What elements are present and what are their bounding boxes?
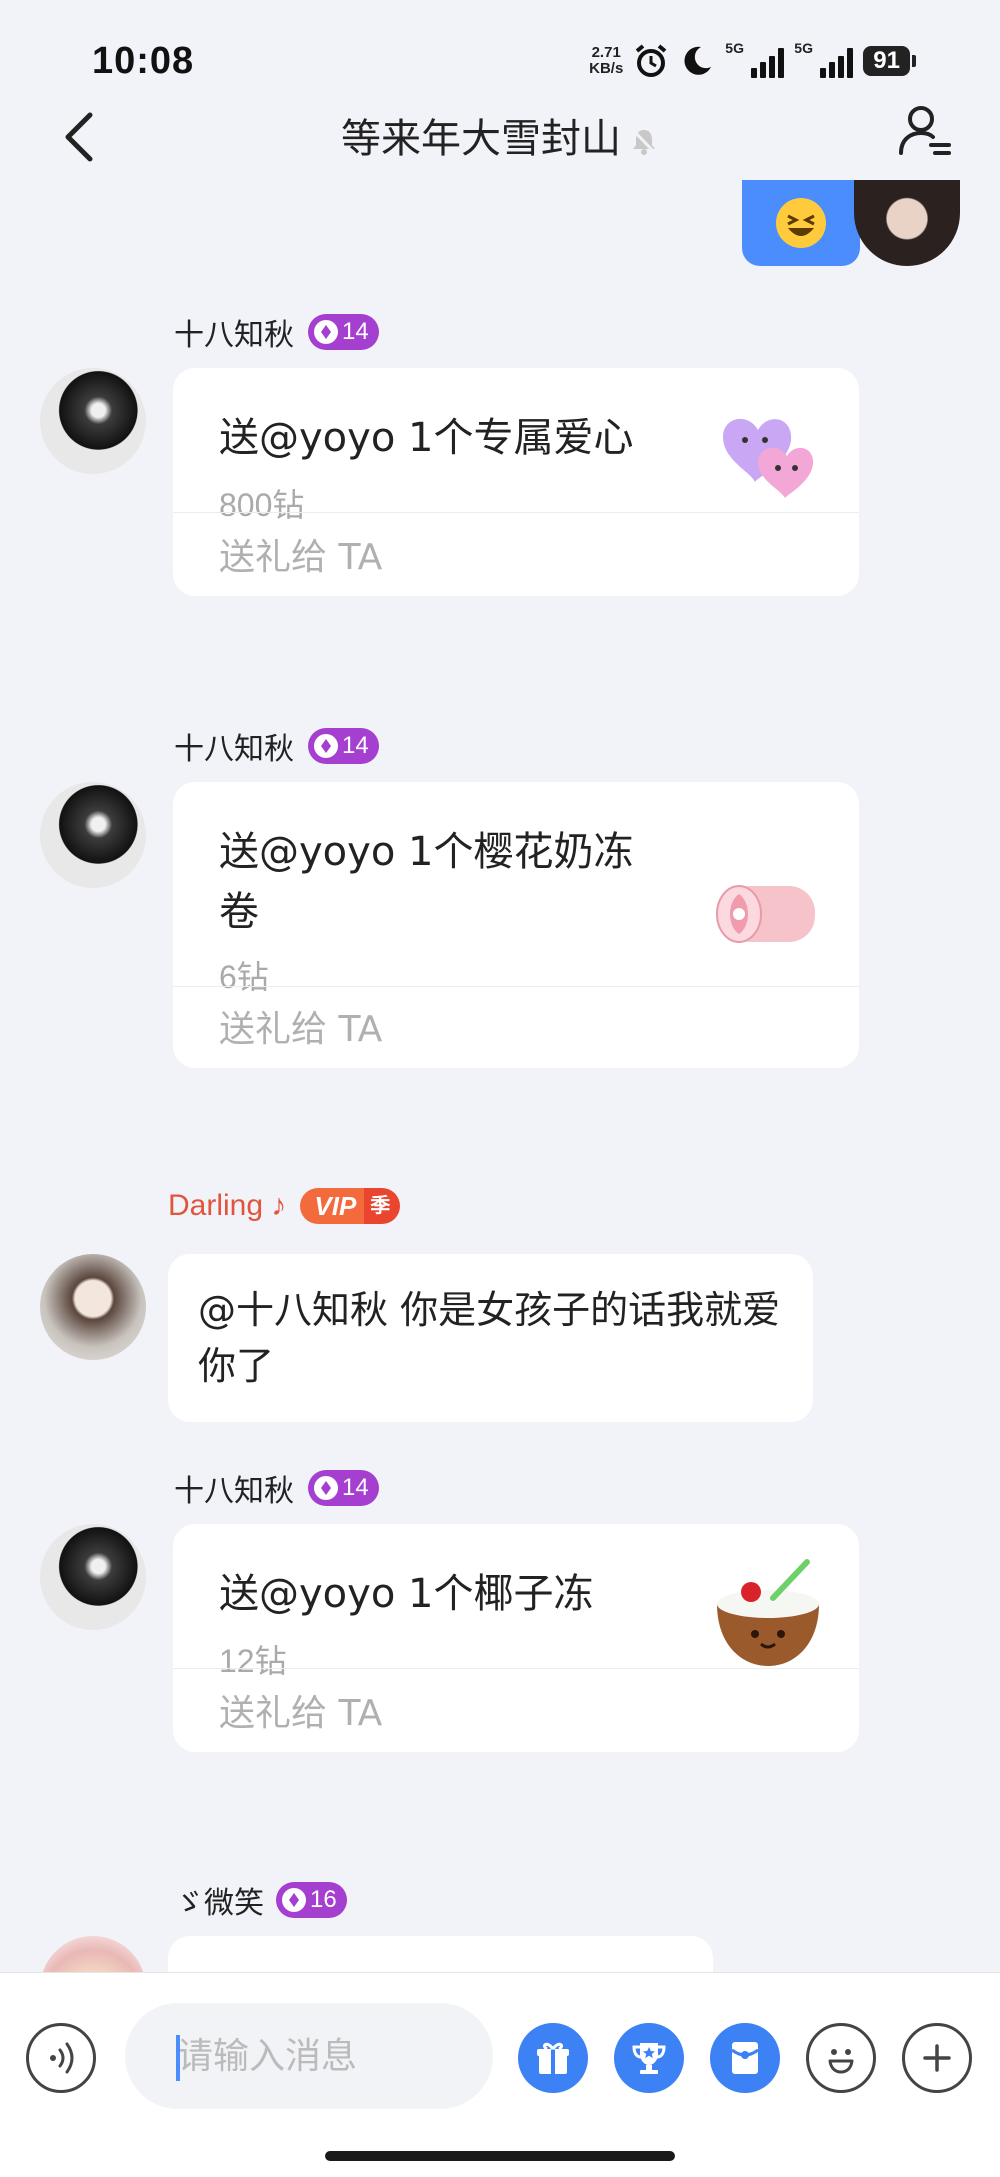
gift-card: 送@yoyo 1个椰子冻 12钻 送礼给 TA: [173, 1524, 859, 1752]
network-speed: 2.71 KB/s: [589, 44, 624, 77]
gift-card: 送@yoyo 1个樱花奶冻卷 6钻 送礼给 TA: [173, 782, 859, 1068]
voice-button[interactable]: [26, 2023, 96, 2093]
sender-name-row: 十八知秋 14: [174, 724, 379, 768]
gift-price: 800钻: [219, 487, 305, 523]
divider: [173, 1668, 859, 1669]
chat-title: 等来年大雪封山: [341, 116, 621, 162]
diamond-icon: [282, 1888, 306, 1912]
red-packet-button[interactable]: [710, 2023, 780, 2093]
send-gift-link[interactable]: 送礼给 TA: [219, 1000, 382, 1052]
emoji-button[interactable]: [806, 2023, 876, 2093]
heart-gift-icon: [723, 418, 814, 498]
diamond-icon: [314, 1476, 338, 1500]
group-profile-button[interactable]: [890, 96, 960, 166]
gift-title: 送@yoyo 1个椰子冻: [219, 1571, 594, 1617]
gift-title: 送@yoyo 1个专属爱心: [219, 415, 634, 461]
gift-icon: [537, 2042, 569, 2074]
sender-name-row: ゞ微笑 16: [174, 1878, 347, 1922]
level-badge: 16: [276, 1882, 347, 1918]
red-packet-icon: [731, 2042, 759, 2074]
diamond-icon: [314, 734, 338, 758]
sender-name-row: Darling ♪ VIP 季: [168, 1188, 401, 1224]
muted-bell-icon: [631, 128, 657, 155]
status-bar: 10:08 2.71 KB/s 5G 5G 91: [0, 0, 1000, 100]
smiley-icon: [828, 2049, 854, 2074]
divider: [173, 986, 859, 987]
level-badge: 14: [308, 728, 379, 764]
sender-avatar[interactable]: [40, 782, 146, 888]
gift-button[interactable]: [518, 2023, 588, 2093]
message-input[interactable]: [125, 2003, 493, 2109]
vip-badge: VIP 季: [300, 1188, 401, 1224]
own-avatar[interactable]: [854, 180, 960, 266]
trophy-icon: [632, 2043, 666, 2074]
sender-name: ゞ微笑: [174, 1886, 264, 1921]
signal-icon-2: 5G: [794, 40, 854, 78]
send-gift-link[interactable]: 送礼给 TA: [219, 528, 382, 580]
sender-avatar[interactable]: [40, 1524, 146, 1630]
status-icons: 2.71 KB/s 5G 5G 91: [589, 40, 916, 82]
sender-avatar[interactable]: [40, 368, 146, 474]
plus-icon: [923, 2044, 951, 2072]
sender-name-row: 十八知秋 14: [174, 1466, 379, 1510]
home-indicator[interactable]: [325, 2151, 675, 2161]
gift-price: 12钻: [219, 1643, 287, 1679]
gift-price: 6钻: [219, 959, 269, 995]
trophy-button[interactable]: [614, 2023, 684, 2093]
gift-title: 送@yoyo 1个樱花奶冻卷: [219, 829, 634, 935]
text-cursor: [176, 2035, 180, 2081]
sender-name: 十八知秋: [174, 1474, 294, 1509]
chat-header: 等来年大雪封山: [0, 90, 1000, 190]
coconut-jelly-gift-icon: [717, 1559, 819, 1666]
sender-name: 十八知秋: [174, 318, 294, 353]
sakura-roll-gift-icon: [716, 885, 815, 943]
message-list[interactable]: 十八知秋 14 送@yoyo 1个专属爱心 800钻 送礼给 TA 十八知秋 1…: [0, 180, 1000, 1972]
voice-icon: [50, 2042, 74, 2074]
sender-name: Darling ♪: [168, 1189, 287, 1222]
sender-avatar[interactable]: [40, 1254, 146, 1360]
input-bar: [0, 1972, 1000, 2177]
laughing-emoji: [776, 198, 826, 248]
sender-name-row: 十八知秋 14: [174, 310, 379, 354]
alarm-icon: [636, 44, 667, 77]
sender-name: 十八知秋: [174, 732, 294, 767]
battery-indicator: 91: [863, 46, 916, 76]
level-badge: 14: [308, 1470, 379, 1506]
gift-card: 送@yoyo 1个专属爱心 800钻 送礼给 TA: [173, 368, 859, 596]
user-settings-icon: [899, 106, 951, 155]
text-message-bubble[interactable]: @十八知秋 你是女孩子的话我就爱你了: [168, 1254, 813, 1422]
signal-icon-1: 5G: [725, 40, 785, 78]
sender-avatar[interactable]: [40, 1936, 146, 1972]
status-time: 10:08: [92, 40, 195, 82]
moon-icon: [684, 46, 712, 75]
divider: [173, 512, 859, 513]
diamond-icon: [314, 320, 338, 344]
chat-title-wrap[interactable]: 等来年大雪封山: [0, 106, 1000, 164]
send-gift-link[interactable]: 送礼给 TA: [219, 1684, 382, 1736]
message-bubble-partial[interactable]: [168, 1936, 713, 1972]
own-message-bubble[interactable]: [742, 180, 860, 266]
more-options-button[interactable]: [902, 2023, 972, 2093]
level-badge: 14: [308, 314, 379, 350]
